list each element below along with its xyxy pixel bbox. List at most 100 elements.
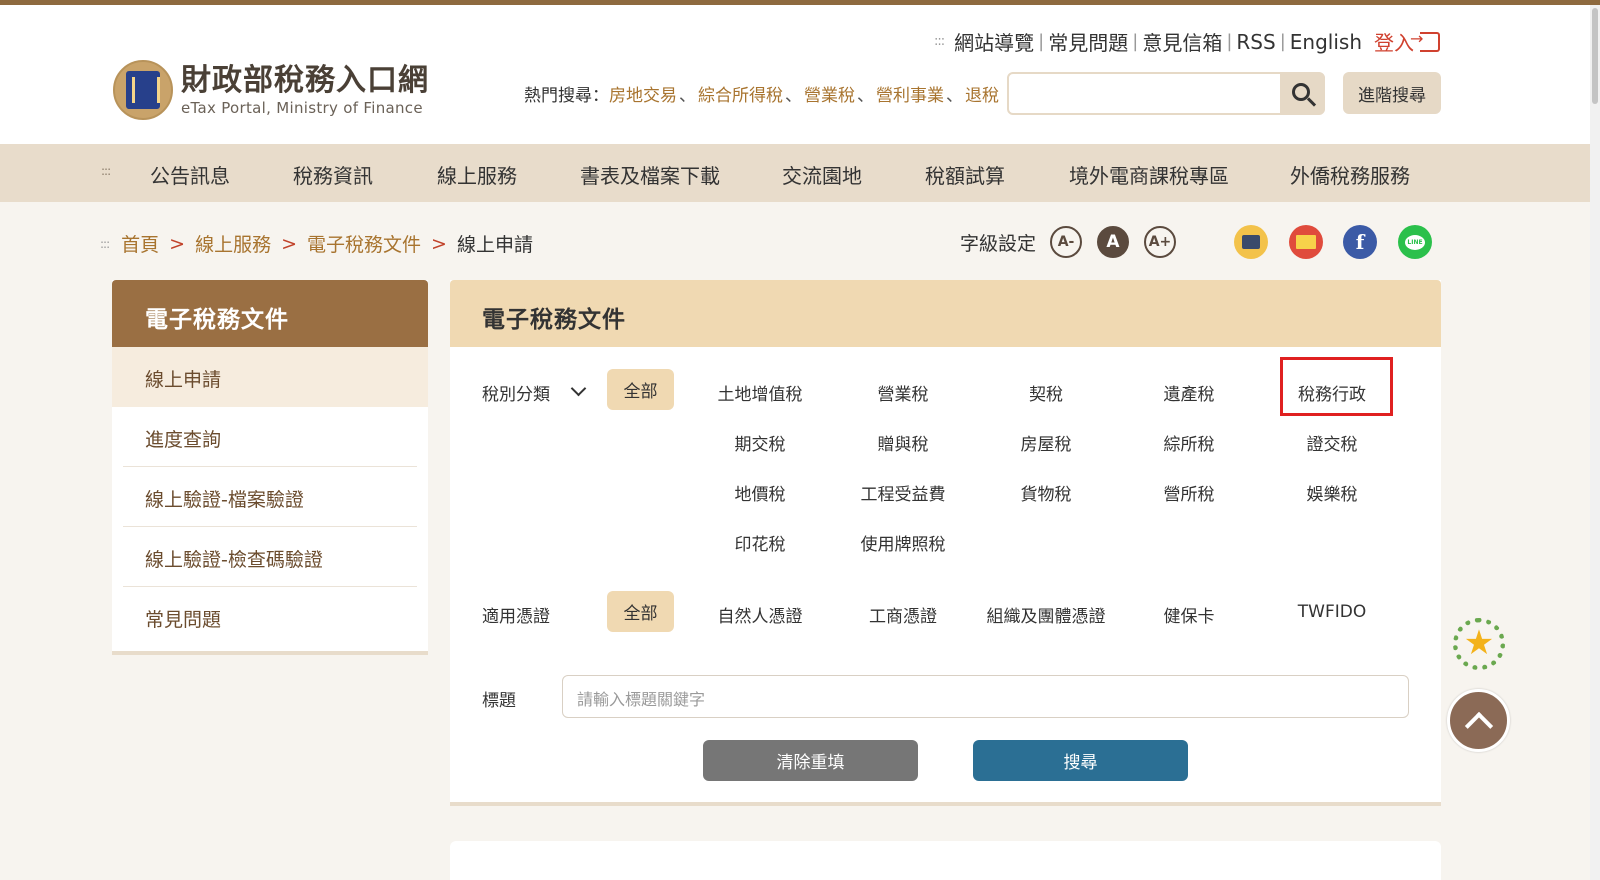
- sidebar-item-file-verify[interactable]: 線上驗證-檔案驗證: [123, 467, 417, 527]
- sidebar-item-online-apply[interactable]: 線上申請: [112, 347, 428, 407]
- tax-option-vehicle-license[interactable]: 使用牌照稅: [838, 530, 968, 555]
- highlight-box: [1280, 357, 1393, 416]
- breadcrumb: ::: 首頁 > 線上服務 > 電子稅務文件 > 線上申請: [100, 230, 533, 257]
- login-label: 登入: [1374, 31, 1414, 55]
- font-normal-button[interactable]: A: [1097, 226, 1130, 258]
- login-link[interactable]: 登入: [1374, 27, 1440, 56]
- breadcrumb-current: 線上申請: [456, 234, 533, 256]
- nav-item-tax-calculator[interactable]: 稅額試算: [925, 160, 1005, 189]
- cert-option-organization[interactable]: 組織及團體憑證: [971, 602, 1121, 627]
- tax-option-amusement[interactable]: 娛樂稅: [1267, 480, 1397, 505]
- tax-category-label: 稅別分類: [482, 385, 550, 405]
- tax-category-all[interactable]: 全部: [607, 369, 674, 410]
- utility-link-feedback[interactable]: 意見信箱: [1142, 27, 1222, 56]
- chevron-up-icon: [1464, 711, 1494, 741]
- hot-search-label: 熱門搜尋：: [524, 86, 609, 106]
- breadcrumb-home[interactable]: 首頁: [121, 230, 159, 257]
- nav-accesskey-dots-icon[interactable]: :::: [101, 164, 111, 178]
- main-nav: ::: 公告訊息 稅務資訊 線上服務 書表及檔案下載 交流園地 稅額試算 境外電…: [0, 144, 1590, 202]
- tax-option-business[interactable]: 營業稅: [838, 380, 968, 405]
- sidebar-item-progress-query[interactable]: 進度查詢: [123, 407, 417, 467]
- clear-button[interactable]: 清除重填: [703, 740, 918, 781]
- cert-option-business[interactable]: 工商憑證: [838, 602, 968, 627]
- tax-option-construction-benefit[interactable]: 工程受益費: [838, 480, 968, 505]
- tax-option-estate[interactable]: 遺產稅: [1124, 380, 1254, 405]
- utility-link-rss[interactable]: RSS: [1236, 30, 1275, 54]
- utility-link-sitemap[interactable]: 網站導覽: [954, 27, 1034, 56]
- mail-icon[interactable]: [1289, 225, 1323, 259]
- title-keyword-input[interactable]: 請輸入標題關鍵字: [562, 675, 1409, 718]
- sidebar: 電子稅務文件 線上申請 進度查詢 線上驗證-檔案驗證 線上驗證-檢查碼驗證 常見…: [112, 280, 428, 655]
- cert-option-citizen[interactable]: 自然人憑證: [695, 602, 825, 627]
- hot-keyword-business-tax[interactable]: 營業稅: [804, 81, 855, 106]
- breadcrumb-separator-icon: >: [169, 232, 186, 255]
- certificate-all[interactable]: 全部: [607, 591, 674, 632]
- breadcrumb-online-services[interactable]: 線上服務: [195, 230, 271, 257]
- submit-search-button[interactable]: 搜尋: [973, 740, 1188, 781]
- search-button[interactable]: [1280, 74, 1325, 113]
- site-logo[interactable]: 財政部稅務入口網 eTax Portal, Ministry of Financ…: [113, 60, 429, 120]
- site-search-input[interactable]: [1007, 72, 1325, 115]
- scrollbar[interactable]: [1590, 5, 1600, 880]
- nav-item-forum[interactable]: 交流園地: [782, 160, 862, 189]
- title-field-label: 標題: [482, 691, 516, 711]
- nav-item-forms-download[interactable]: 書表及檔案下載: [580, 160, 720, 189]
- tax-option-securities[interactable]: 證交稅: [1267, 430, 1397, 455]
- hot-keyword-refund[interactable]: 退稅: [965, 81, 999, 106]
- facebook-icon[interactable]: f: [1343, 225, 1377, 259]
- line-icon[interactable]: LINE: [1398, 225, 1432, 259]
- nav-item-ecommerce-tax[interactable]: 境外電商課稅專區: [1069, 160, 1229, 189]
- site-name-en: eTax Portal, Ministry of Finance: [181, 99, 423, 117]
- font-larger-button[interactable]: A+: [1144, 226, 1177, 258]
- breadcrumb-separator-icon: >: [431, 232, 447, 255]
- search-panel: 電子稅務文件 稅別分類 全部 土地增值稅 營業稅 契稅 遺產稅 稅務行政 期交稅…: [450, 280, 1441, 806]
- breadcrumb-separator-icon: >: [281, 232, 298, 255]
- tax-option-futures[interactable]: 期交稅: [695, 430, 825, 455]
- tax-option-stamp[interactable]: 印花稅: [695, 530, 825, 555]
- hot-search: 熱門搜尋： 房地交易、 綜合所得稅、 營業稅、 營利事業、 退稅: [524, 81, 999, 106]
- panel-title: 電子稅務文件: [450, 280, 1441, 347]
- nav-item-foreigner-tax[interactable]: 外僑稅務服務: [1290, 160, 1410, 189]
- chevron-down-icon[interactable]: [570, 380, 587, 397]
- print-icon[interactable]: [1234, 225, 1268, 259]
- nav-item-online-services[interactable]: 線上服務: [437, 160, 517, 189]
- cert-option-twfido[interactable]: TWFIDO: [1267, 602, 1397, 622]
- tax-option-individual-income[interactable]: 綜所稅: [1124, 430, 1254, 455]
- tax-option-corporate-income[interactable]: 營所稅: [1124, 480, 1254, 505]
- font-smaller-button[interactable]: A-: [1050, 226, 1083, 258]
- tax-option-land-value-increment[interactable]: 土地增值稅: [695, 380, 825, 405]
- utility-link-english[interactable]: English: [1290, 30, 1362, 54]
- login-icon: [1410, 29, 1440, 52]
- advanced-search-button[interactable]: 進階搜尋: [1343, 72, 1441, 114]
- sidebar-item-faq[interactable]: 常見問題: [123, 587, 417, 647]
- site-name-cn: 財政部稅務入口網: [181, 63, 429, 98]
- scrollbar-thumb[interactable]: [1592, 8, 1598, 104]
- search-icon: [1291, 82, 1310, 101]
- breadcrumb-dots-icon[interactable]: :::: [100, 237, 110, 251]
- hot-keyword-enterprise[interactable]: 營利事業: [876, 81, 944, 106]
- accessibility-badge-icon[interactable]: ★: [1447, 614, 1511, 674]
- tax-option-deed[interactable]: 契稅: [981, 380, 1111, 405]
- tax-option-house[interactable]: 房屋稅: [981, 430, 1111, 455]
- nav-item-announcements[interactable]: 公告訊息: [150, 160, 230, 189]
- tax-option-commodity[interactable]: 貨物稅: [981, 480, 1111, 505]
- nav-item-tax-info[interactable]: 稅務資訊: [293, 160, 373, 189]
- results-panel: [450, 841, 1441, 880]
- tax-option-gift[interactable]: 贈與稅: [838, 430, 968, 455]
- ministry-seal-icon: [113, 60, 173, 120]
- utility-link-faq[interactable]: 常見問題: [1048, 27, 1128, 56]
- certificate-label: 適用憑證: [482, 607, 550, 627]
- site-header: 財政部稅務入口網 eTax Portal, Ministry of Financ…: [0, 5, 1590, 144]
- back-to-top-button[interactable]: [1447, 689, 1510, 752]
- sidebar-item-code-verify[interactable]: 線上驗證-檢查碼驗證: [123, 527, 417, 587]
- cert-option-health-card[interactable]: 健保卡: [1124, 602, 1254, 627]
- hot-keyword-income-tax[interactable]: 綜合所得稅: [698, 81, 783, 106]
- tax-option-land-value[interactable]: 地價稅: [695, 480, 825, 505]
- accesskey-dots-icon[interactable]: :::: [934, 34, 945, 49]
- breadcrumb-etax-documents[interactable]: 電子稅務文件: [307, 230, 421, 257]
- utility-links: ::: 網站導覽 | 常見問題 | 意見信箱 | RSS | English 登…: [934, 27, 1440, 56]
- sidebar-title: 電子稅務文件: [112, 280, 428, 347]
- font-size-label: 字級設定: [960, 232, 1037, 255]
- font-size-setting: 字級設定 A- A A+: [960, 226, 1191, 258]
- hot-keyword-real-estate[interactable]: 房地交易: [609, 81, 677, 106]
